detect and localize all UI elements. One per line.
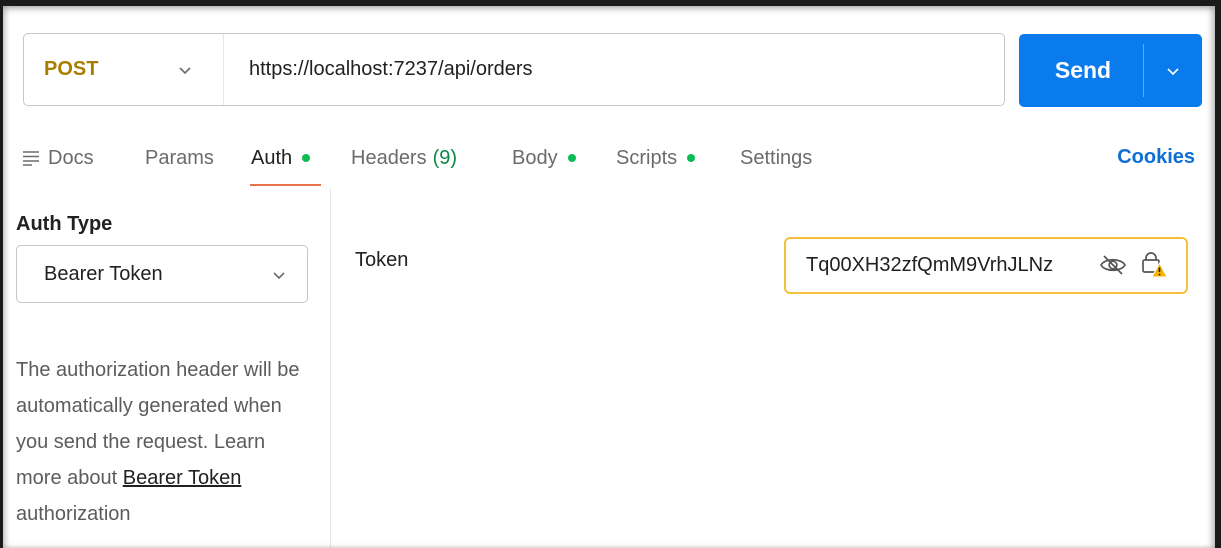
auth-type-label: Auth Type [16, 213, 113, 235]
tab-settings-label: Settings [740, 146, 813, 169]
request-tabs: Docs Params Auth Headers (9) Body Script… [15, 144, 1195, 188]
docs-icon [23, 151, 39, 166]
auth-type-value: Bearer Token [44, 262, 163, 285]
tab-params[interactable]: Params [145, 144, 214, 172]
eye-off-icon[interactable] [1099, 253, 1127, 277]
send-button[interactable]: Send [1019, 34, 1143, 107]
tab-auth[interactable]: Auth [251, 144, 311, 172]
panel-divider [330, 188, 331, 548]
token-input[interactable]: Tq00XH32zfQmM9VrhJLNz [784, 237, 1188, 294]
url-bar: POST https://localhost:7237/api/orders [23, 33, 1005, 106]
chevron-down-icon [1167, 67, 1179, 75]
token-label: Token [355, 249, 409, 271]
send-button-group: Send [1019, 34, 1202, 107]
tab-body-label: Body [512, 146, 558, 169]
method-label: POST [44, 58, 99, 80]
request-panel: POST https://localhost:7237/api/orders S… [0, 0, 1221, 548]
send-options-button[interactable] [1144, 34, 1202, 107]
method-select[interactable]: POST [24, 34, 224, 105]
learn-more-link[interactable]: Bearer Token [123, 467, 242, 489]
active-dot [687, 154, 696, 162]
active-dot [302, 154, 311, 162]
tab-docs-label: Docs [48, 146, 94, 169]
chevron-down-icon [179, 67, 191, 75]
tab-auth-label: Auth [251, 146, 293, 169]
auth-type-select[interactable]: Bearer Token [16, 245, 308, 303]
tab-scripts-label: Scripts [616, 146, 678, 169]
tab-docs[interactable]: Docs [22, 144, 94, 172]
tab-settings[interactable]: Settings [740, 144, 812, 172]
active-dot [567, 154, 576, 162]
tab-scripts[interactable]: Scripts [616, 144, 696, 172]
headers-count: (9) [432, 146, 458, 169]
auth-description: The authorization header will be automat… [16, 352, 316, 532]
tab-active-underline [250, 184, 321, 186]
tab-body[interactable]: Body [512, 144, 576, 172]
tab-headers[interactable]: Headers (9) [351, 144, 457, 172]
url-input[interactable]: https://localhost:7237/api/orders [224, 58, 533, 81]
token-value: Tq00XH32zfQmM9VrhJLNz [806, 254, 1054, 276]
chevron-down-icon [273, 272, 285, 280]
cookies-link[interactable]: Cookies [1117, 146, 1195, 169]
tab-headers-label: Headers [351, 146, 427, 169]
lock-warning-icon[interactable] [1140, 251, 1168, 279]
auth-desc-suffix: authorization [16, 503, 131, 525]
tab-params-label: Params [145, 146, 214, 169]
